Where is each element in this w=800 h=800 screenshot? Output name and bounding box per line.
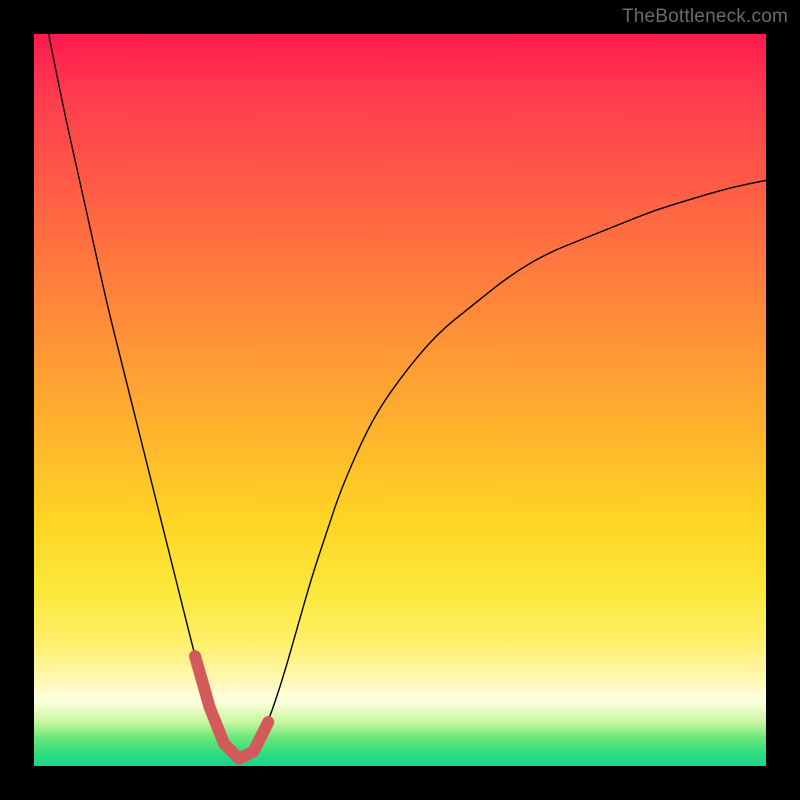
bottleneck-chart (34, 34, 766, 766)
watermark-text: TheBottleneck.com (622, 6, 788, 28)
bottleneck-highlight (195, 656, 268, 758)
bottleneck-curve (49, 34, 766, 756)
